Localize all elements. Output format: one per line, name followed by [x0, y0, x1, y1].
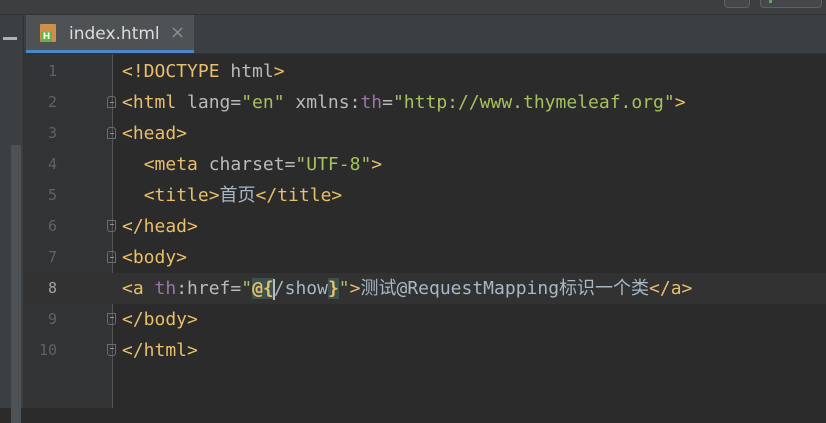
close-icon[interactable]: × [170, 22, 185, 43]
code-line[interactable]: 10 </html> [24, 335, 826, 366]
fold-close-icon[interactable] [107, 313, 116, 325]
code-token: 测试 [360, 278, 397, 299]
code-token: @RequestMapping [396, 278, 560, 299]
code-token: > [349, 278, 361, 299]
code-text: <!DOCTYPE html> [122, 56, 285, 87]
tool-strip-scrollbar[interactable] [11, 145, 21, 423]
code-token: <title> [143, 185, 220, 206]
code-token: <!DOCTYPE [122, 61, 231, 82]
tab-label: index.html [69, 24, 160, 44]
code-editor[interactable]: 1 <!DOCTYPE html> 2 <html lang="en" xmlns:t… [24, 54, 826, 408]
code-token: th [360, 92, 383, 113]
code-token: </title> [255, 185, 343, 206]
line-number: 1 [47, 62, 57, 80]
code-token: 标识一个类 [559, 278, 650, 299]
line-number: 10 [38, 341, 57, 359]
project-tool-icon[interactable] [3, 37, 17, 40]
code-token: "en" [241, 92, 296, 113]
code-token: lang= [187, 92, 242, 113]
line-number: 5 [47, 186, 57, 204]
fold-close-icon[interactable] [107, 344, 116, 356]
code-text: <body> [122, 242, 187, 273]
code-token: charset= [208, 154, 296, 175]
code-token: </html> [122, 340, 198, 361]
top-toolbar-strip [0, 0, 826, 15]
code-text: <a th:href="@{/show}">测试@RequestMapping标… [122, 273, 692, 304]
code-token: <meta [143, 154, 209, 175]
code-line[interactable]: 7 <body> [24, 242, 826, 273]
code-token: html [230, 61, 274, 82]
code-line[interactable]: 1 <!DOCTYPE html> [24, 56, 826, 87]
code-line[interactable]: 9 </body> [24, 304, 826, 335]
code-text: <title>首页</title> [122, 180, 343, 211]
code-line[interactable]: 3 <head> [24, 118, 826, 149]
code-token: > [674, 92, 686, 113]
html-file-icon: H [40, 24, 56, 42]
code-line[interactable]: 4 <meta charset="UTF-8"> [24, 149, 826, 180]
fold-open-icon[interactable] [107, 127, 116, 139]
code-token: <head> [122, 123, 188, 144]
code-token: " [338, 278, 350, 299]
left-tool-strip [0, 15, 24, 423]
code-token: <html [122, 92, 188, 113]
line-number: 8 [47, 279, 57, 297]
line-number: 3 [47, 124, 57, 142]
line-number: 6 [47, 217, 57, 235]
code-token: "http://www.thymeleaf.org" [392, 92, 675, 113]
fold-close-icon[interactable] [107, 220, 116, 232]
tab-index-html[interactable]: H index.html × [26, 15, 194, 53]
code-token: "UTF-8" [295, 154, 372, 175]
run-config-button[interactable] [724, 0, 750, 8]
code-token: > [371, 154, 383, 175]
line-number: 7 [47, 248, 57, 266]
code-token: </a> [649, 278, 693, 299]
code-line[interactable]: 6 </head> [24, 211, 826, 242]
code-token: </body> [122, 309, 198, 330]
fold-open-icon[interactable] [107, 96, 116, 108]
code-token: th [154, 278, 177, 299]
code-token: = [382, 92, 393, 113]
line-number: 2 [47, 93, 57, 111]
code-token: :href= [176, 278, 242, 299]
code-text: <meta charset="UTF-8"> [122, 149, 382, 180]
code-text: </head> [122, 211, 198, 242]
code-token: <body> [122, 247, 188, 268]
code-token: 首页 [219, 185, 256, 206]
code-line[interactable]: 8 <a th:href="@{/show}">测试@RequestMapping… [24, 273, 826, 304]
code-token: xmlns: [295, 92, 361, 113]
code-token: " [241, 278, 253, 299]
code-token: > [273, 61, 285, 82]
code-line[interactable]: 2 <html lang="en" xmlns:th="http://www.th… [24, 87, 826, 118]
code-text: <html lang="en" xmlns:th="http://www.thy… [122, 87, 686, 118]
code-token: </head> [122, 216, 198, 237]
code-text: </html> [122, 335, 198, 366]
code-text: <head> [122, 118, 187, 149]
code-text: </body> [122, 304, 198, 335]
code-token: @{ [252, 278, 274, 299]
code-token: <a [122, 278, 155, 299]
line-number: 9 [47, 310, 57, 328]
code-token: } [327, 278, 339, 299]
code-token: /show [273, 278, 328, 299]
line-number: 4 [47, 155, 57, 173]
code-line[interactable]: 5 <title>首页</title> [24, 180, 826, 211]
run-button[interactable] [760, 0, 822, 8]
fold-open-icon[interactable] [107, 251, 116, 263]
